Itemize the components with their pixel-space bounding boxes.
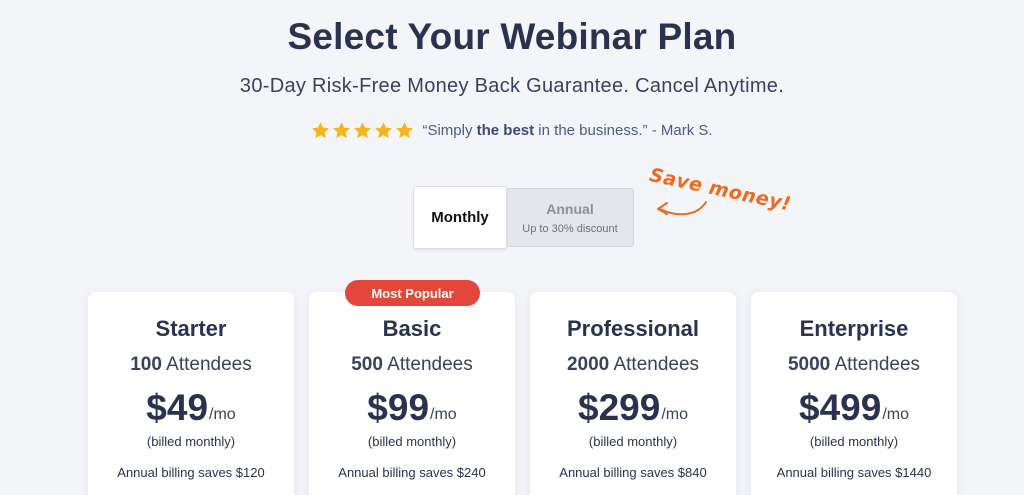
annual-label: Annual — [546, 200, 594, 217]
annual-discount-note: Up to 30% discount — [522, 222, 618, 235]
monthly-label: Monthly — [431, 209, 489, 226]
plan-attendees: 5000 Attendees — [751, 354, 957, 376]
plan-attendees: 100 Attendees — [88, 354, 294, 376]
billing-note: (billed monthly) — [367, 434, 457, 449]
price-period: /mo — [661, 406, 688, 423]
save-money-callout: Save money! — [647, 160, 808, 220]
plan-card-basic: Basic 500 Attendees $99/mo (billed month… — [309, 292, 515, 495]
price-amount: $49 — [146, 387, 209, 428]
attendees-label: Attendees — [834, 354, 921, 375]
attendees-label: Attendees — [166, 354, 252, 375]
plan-price: $299/mo — [530, 388, 736, 428]
annual-savings: Annual billing saves $840 — [559, 465, 707, 480]
billing-toggle: Monthly Annual Up to 30% discount — [413, 186, 635, 249]
star-icon — [396, 122, 414, 139]
page-title: Select Your Webinar Plan — [287, 16, 737, 57]
attendees-count: 2000 — [566, 354, 610, 375]
quote-emphasis: the best — [476, 122, 535, 139]
price-amount: $99 — [367, 387, 430, 428]
attendees-count: 100 — [130, 354, 162, 375]
price-amount: $499 — [799, 387, 882, 428]
plan-name: Enterprise — [799, 316, 909, 341]
plan-name: Basic — [382, 316, 442, 341]
plan-card-starter: Starter 100 Attendees $49/mo (billed mon… — [88, 292, 294, 495]
plan-attendees: 500 Attendees — [309, 354, 515, 376]
plan-name: Professional — [566, 316, 700, 341]
most-popular-badge: Most Popular — [345, 280, 480, 306]
annual-savings: Annual billing saves $1440 — [776, 465, 932, 480]
monthly-toggle-button[interactable]: Monthly — [413, 186, 507, 249]
price-amount: $299 — [578, 387, 661, 428]
plan-price: $49/mo — [88, 388, 294, 428]
price-period: /mo — [209, 406, 236, 423]
price-period: /mo — [430, 406, 457, 423]
plan-name: Starter — [155, 316, 227, 341]
quote-prefix: “Simply — [422, 122, 477, 139]
annual-savings: Annual billing saves $120 — [117, 465, 265, 480]
star-icon — [333, 122, 351, 139]
billing-note: (billed monthly) — [809, 434, 899, 449]
attendees-count: 500 — [351, 354, 383, 375]
plan-price: $99/mo — [309, 388, 515, 428]
plan-cards: Starter 100 Attendees $49/mo (billed mon… — [88, 292, 960, 495]
annual-toggle-button[interactable]: Annual Up to 30% discount — [506, 188, 634, 247]
plan-attendees: 2000 Attendees — [530, 354, 736, 376]
star-icon — [312, 122, 330, 139]
quote-suffix: in the business.” - Mark S. — [534, 122, 713, 139]
attendees-count: 5000 — [787, 354, 831, 375]
annual-savings: Annual billing saves $240 — [338, 465, 486, 480]
price-period: /mo — [882, 406, 909, 423]
page-subtitle: 30-Day Risk-Free Money Back Guarantee. C… — [239, 75, 785, 97]
curved-arrow-icon — [657, 201, 707, 216]
plan-card-enterprise: Enterprise 5000 Attendees $499/mo (bille… — [751, 292, 957, 495]
star-icon — [354, 122, 372, 139]
testimonial: “Simply the best in the business.” - Mar… — [0, 121, 1024, 140]
rating-stars — [311, 121, 414, 140]
plan-card-professional: Professional 2000 Attendees $299/mo (bil… — [530, 292, 736, 495]
star-icon — [375, 122, 393, 139]
billing-note: (billed monthly) — [588, 434, 678, 449]
billing-note: (billed monthly) — [146, 434, 236, 449]
attendees-label: Attendees — [613, 354, 700, 375]
plan-price: $499/mo — [751, 388, 957, 428]
attendees-label: Attendees — [387, 354, 473, 375]
testimonial-quote: “Simply the best in the business.” - Mar… — [422, 122, 712, 139]
